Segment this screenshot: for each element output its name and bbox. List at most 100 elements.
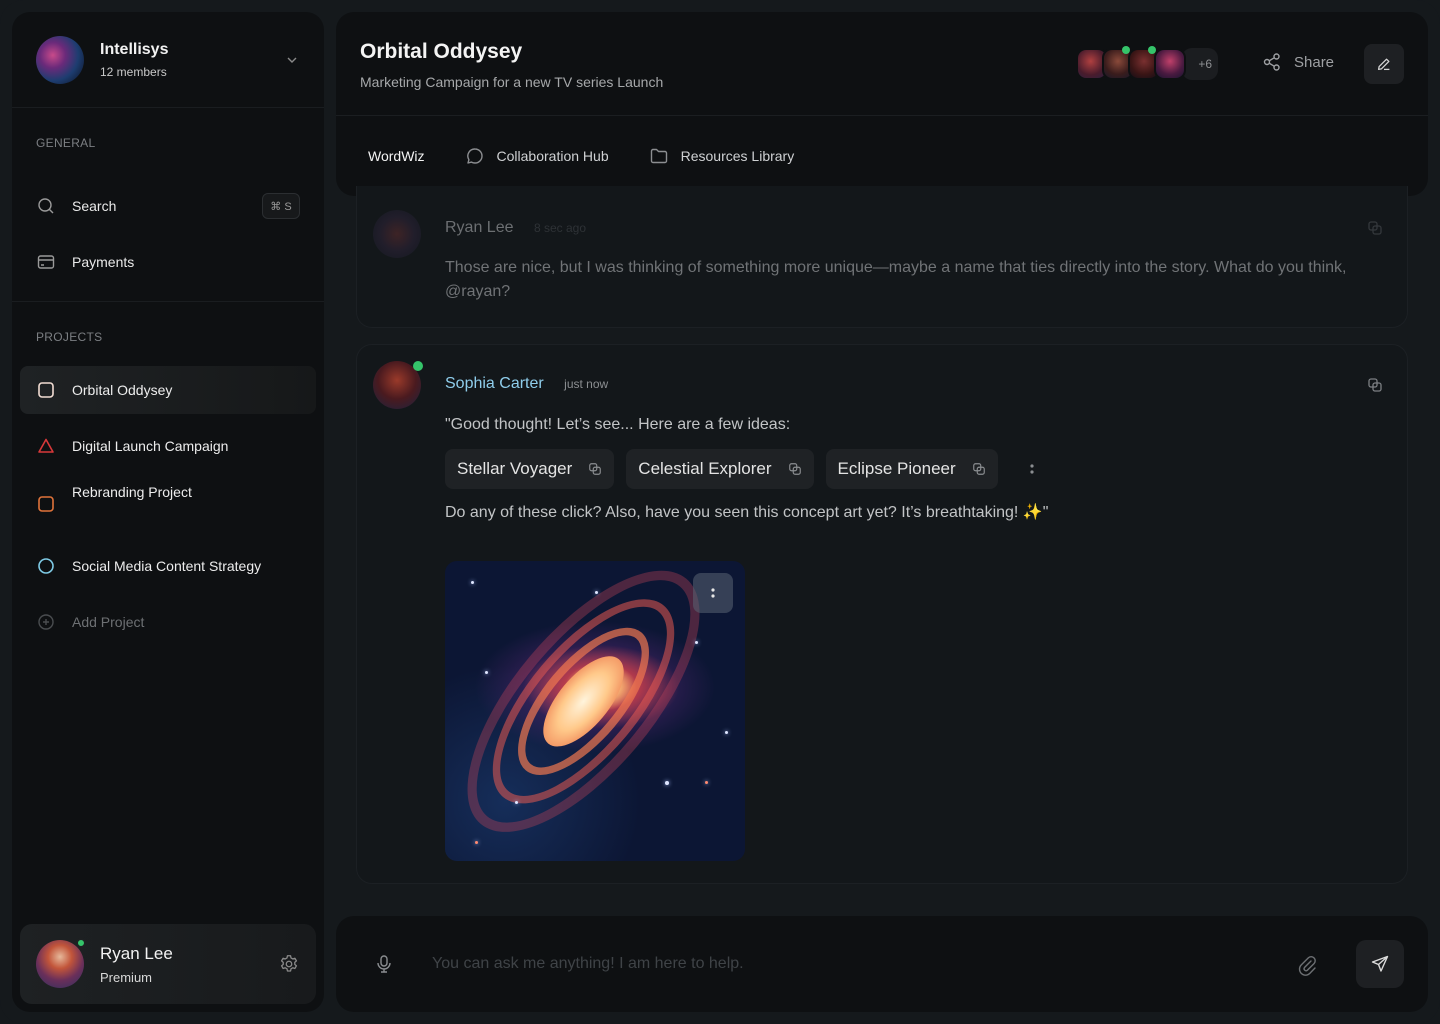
paperclip-icon[interactable] [1296,954,1318,976]
chevron-down-icon[interactable] [284,52,300,68]
image-menu-button[interactable] [693,573,733,613]
tab-label: Collaboration Hub [496,148,609,164]
star [595,591,598,594]
card-icon [36,252,56,272]
page-subtitle: Marketing Campaign for a new TV series L… [360,74,664,90]
message-text: Do any of these click? Also, have you se… [445,504,1049,521]
sidebar-item-payments[interactable]: Payments [12,234,324,290]
tab-wordwiz[interactable]: WordWiz [360,116,433,200]
tab-label: WordWiz [368,148,425,164]
share-label: Share [1294,53,1335,71]
triangle-icon [36,436,56,456]
star [665,781,669,785]
collaborator-avatars[interactable]: +6 [1076,46,1218,80]
project-orbital-oddysey[interactable]: Orbital Oddysey [20,366,316,414]
star [475,841,478,844]
star [705,781,708,784]
workspace-avatar [36,35,84,84]
project-digital-launch-campaign[interactable]: Digital Launch Campaign [20,422,316,470]
suggestion-list: Stellar Voyager Celestial Explorer Eclip… [445,449,1042,489]
online-indicator [76,938,86,948]
suggestion-chip[interactable]: Eclipse Pioneer [825,449,998,489]
copy-icon[interactable] [588,462,602,476]
project-social-media[interactable]: Social Media Content Strategy [20,542,316,590]
message-text: Those are nice, but I was thinking of so… [445,259,1347,300]
star [695,641,698,644]
copy-icon[interactable] [972,462,986,476]
star [725,731,728,734]
user-plan: Premium [100,969,153,985]
message-text: "Good thought! Let’s see... Here are a f… [445,416,791,433]
project-label: Orbital Oddysey [72,382,173,398]
chat-message: Sophia Carter just now "Good thought! Le… [356,344,1408,884]
sidebar-item-search[interactable]: Search ⌘ S [12,178,324,234]
message-author: Ryan Lee [445,219,514,236]
add-project-button[interactable]: Add Project [20,598,316,646]
workspace-members: 12 members [100,64,167,79]
search-icon [36,196,56,216]
avatar [36,938,86,988]
send-icon [1370,954,1390,974]
square-icon [36,494,56,514]
general-label: GENERAL [36,136,96,150]
suggestion-label: Celestial Explorer [638,459,772,478]
avatar [1154,48,1186,80]
page-title: Orbital Oddysey [360,40,523,63]
message-composer [336,916,1428,1012]
user-profile-card[interactable]: Ryan Lee Premium [20,924,316,1004]
message-time: just now [564,377,609,391]
workspace-switcher[interactable]: Intellisys 12 members [12,12,324,108]
sidebar-item-label: Payments [72,254,135,270]
copy-icon[interactable] [1367,377,1383,393]
chat-bubble-icon [465,146,485,166]
pencil-icon [1375,55,1393,73]
circle-icon [36,556,56,576]
message-input[interactable] [432,944,1272,984]
share-button[interactable]: Share [1262,52,1334,72]
project-label: Rebranding Project [72,484,192,500]
add-project-label: Add Project [72,614,145,630]
more-collaborators-count[interactable]: +6 [1182,48,1218,80]
gear-icon[interactable] [278,953,300,975]
plus-circle-icon [36,612,56,632]
more-vertical-icon[interactable] [1022,459,1042,479]
chat-message: Ryan Lee 8 sec ago Those are nice, but I… [356,186,1408,328]
message-author[interactable]: Sophia Carter [445,375,544,392]
star [515,801,518,804]
folder-icon [649,146,669,166]
concept-art-image[interactable] [445,561,745,861]
project-rebranding[interactable]: Rebranding Project [20,478,316,534]
avatar [373,361,423,409]
avatar [373,210,421,258]
shortcut-badge: ⌘ S [262,193,300,219]
tab-resources-library[interactable]: Resources Library [649,116,795,196]
copy-icon[interactable] [1367,220,1383,236]
online-indicator [413,361,423,371]
user-name: Ryan Lee [100,943,173,963]
share-icon [1262,52,1282,72]
app-window: Intellisys 12 members GENERAL Search ⌘ S [0,0,1440,1024]
projects-section: PROJECTS Orbital Oddysey Digital Launch … [12,302,324,646]
square-icon [36,380,56,400]
workspace-name: Intellisys [100,40,169,58]
tab-label: Resources Library [680,148,795,164]
general-section: GENERAL Search ⌘ S Payments [12,108,324,302]
microphone-icon[interactable] [374,954,394,974]
suggestion-chip[interactable]: Stellar Voyager [445,449,615,489]
star [471,581,474,584]
project-label: Digital Launch Campaign [72,438,229,454]
star [485,671,488,674]
sidebar-item-label: Search [72,198,117,214]
tab-collaboration-hub[interactable]: Collaboration Hub [465,116,609,196]
copy-icon[interactable] [788,462,802,476]
suggestion-label: Eclipse Pioneer [837,459,956,478]
sidebar: Intellisys 12 members GENERAL Search ⌘ S [12,12,324,1012]
suggestion-label: Stellar Voyager [457,459,573,478]
more-vertical-icon [703,583,723,603]
send-button[interactable] [1356,940,1404,988]
main-header: Orbital Oddysey Marketing Campaign for a… [336,12,1428,200]
edit-button[interactable] [1364,44,1404,84]
suggestion-chip[interactable]: Celestial Explorer [626,449,814,489]
tab-bar: WordWiz Collaboration Hub Resources Libr… [360,116,834,200]
project-label: Social Media Content Strategy [72,558,262,574]
